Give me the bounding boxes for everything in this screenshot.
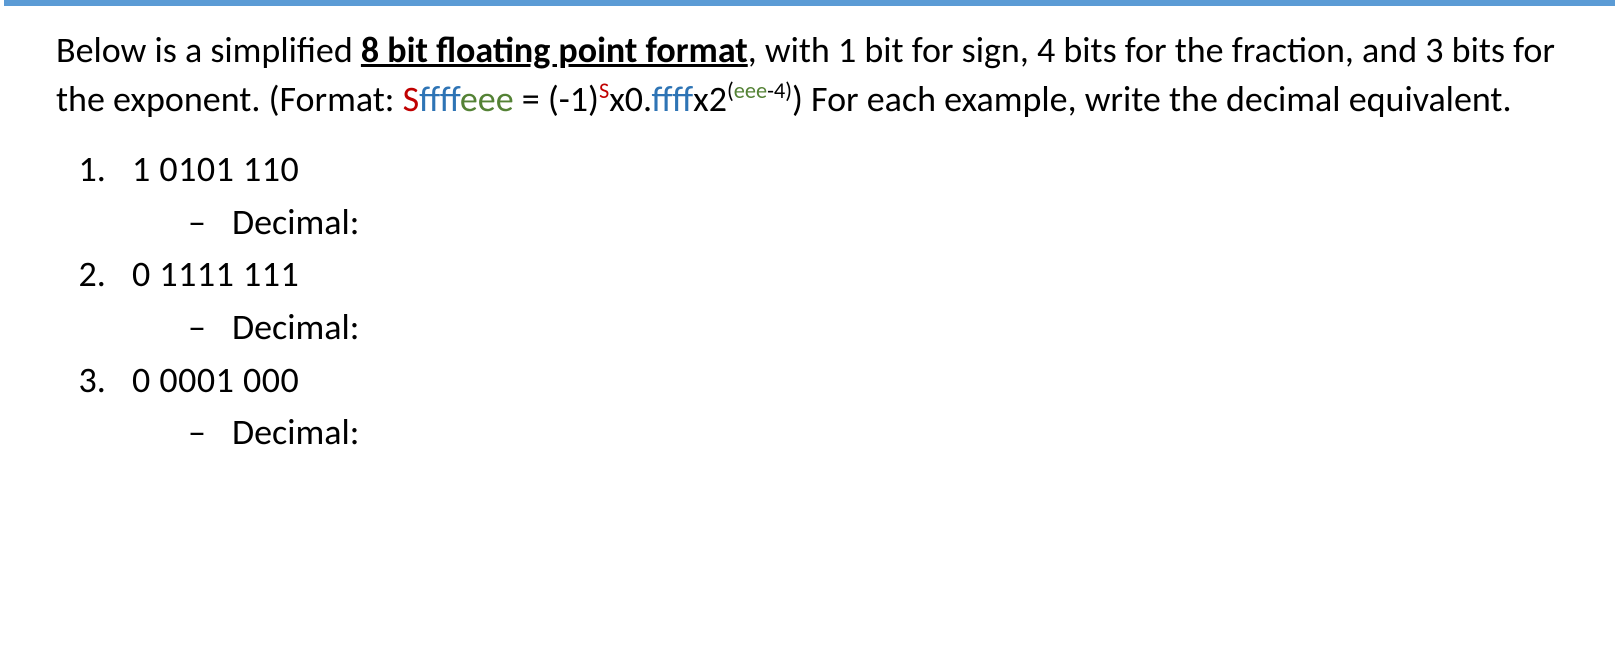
- intro-eq: = (-1): [514, 77, 599, 121]
- answer-line: – Decimal:: [188, 198, 1579, 247]
- list-item: 1 0101 110 – Decimal:: [114, 145, 1579, 246]
- dash-icon: –: [188, 408, 216, 457]
- document-body: Below is a simplified 8 bit floating poi…: [0, 8, 1619, 457]
- sup-open: (: [727, 77, 734, 104]
- bit-pattern: 1 0101 110: [132, 147, 299, 191]
- sup-S: S: [599, 77, 609, 104]
- decimal-label: Decimal:: [232, 408, 359, 457]
- dash-icon: –: [188, 198, 216, 247]
- format-ffff2: ffff: [651, 77, 693, 121]
- intro-paragraph: Below is a simplified 8 bit floating poi…: [56, 26, 1579, 123]
- format-S: S: [403, 77, 420, 121]
- bit-pattern: 0 0001 000: [132, 358, 299, 402]
- answer-line: – Decimal:: [188, 303, 1579, 352]
- list-item: 0 0001 000 – Decimal:: [114, 356, 1579, 457]
- sup-minus4: -4): [767, 77, 792, 104]
- answer-line: – Decimal:: [188, 408, 1579, 457]
- bit-pattern: 0 1111 111: [132, 252, 299, 296]
- list-item: 0 1111 111 – Decimal:: [114, 250, 1579, 351]
- top-rule: [4, 0, 1615, 6]
- intro-mid2: x2: [693, 77, 727, 121]
- sup-eee: eee: [734, 77, 767, 104]
- dash-icon: –: [188, 303, 216, 352]
- intro-tail: ) For each example, write the decimal eq…: [792, 77, 1512, 121]
- format-eee: eee: [460, 77, 514, 121]
- format-ffff: ffff: [419, 77, 460, 121]
- intro-prefix: Below is a simplified: [56, 28, 361, 72]
- problem-list: 1 0101 110 – Decimal: 0 1111 111 – Decim…: [56, 145, 1579, 457]
- decimal-label: Decimal:: [232, 198, 359, 247]
- intro-bold: 8 bit floating point format: [361, 28, 748, 72]
- intro-mid1: x0.: [609, 77, 651, 121]
- decimal-label: Decimal:: [232, 303, 359, 352]
